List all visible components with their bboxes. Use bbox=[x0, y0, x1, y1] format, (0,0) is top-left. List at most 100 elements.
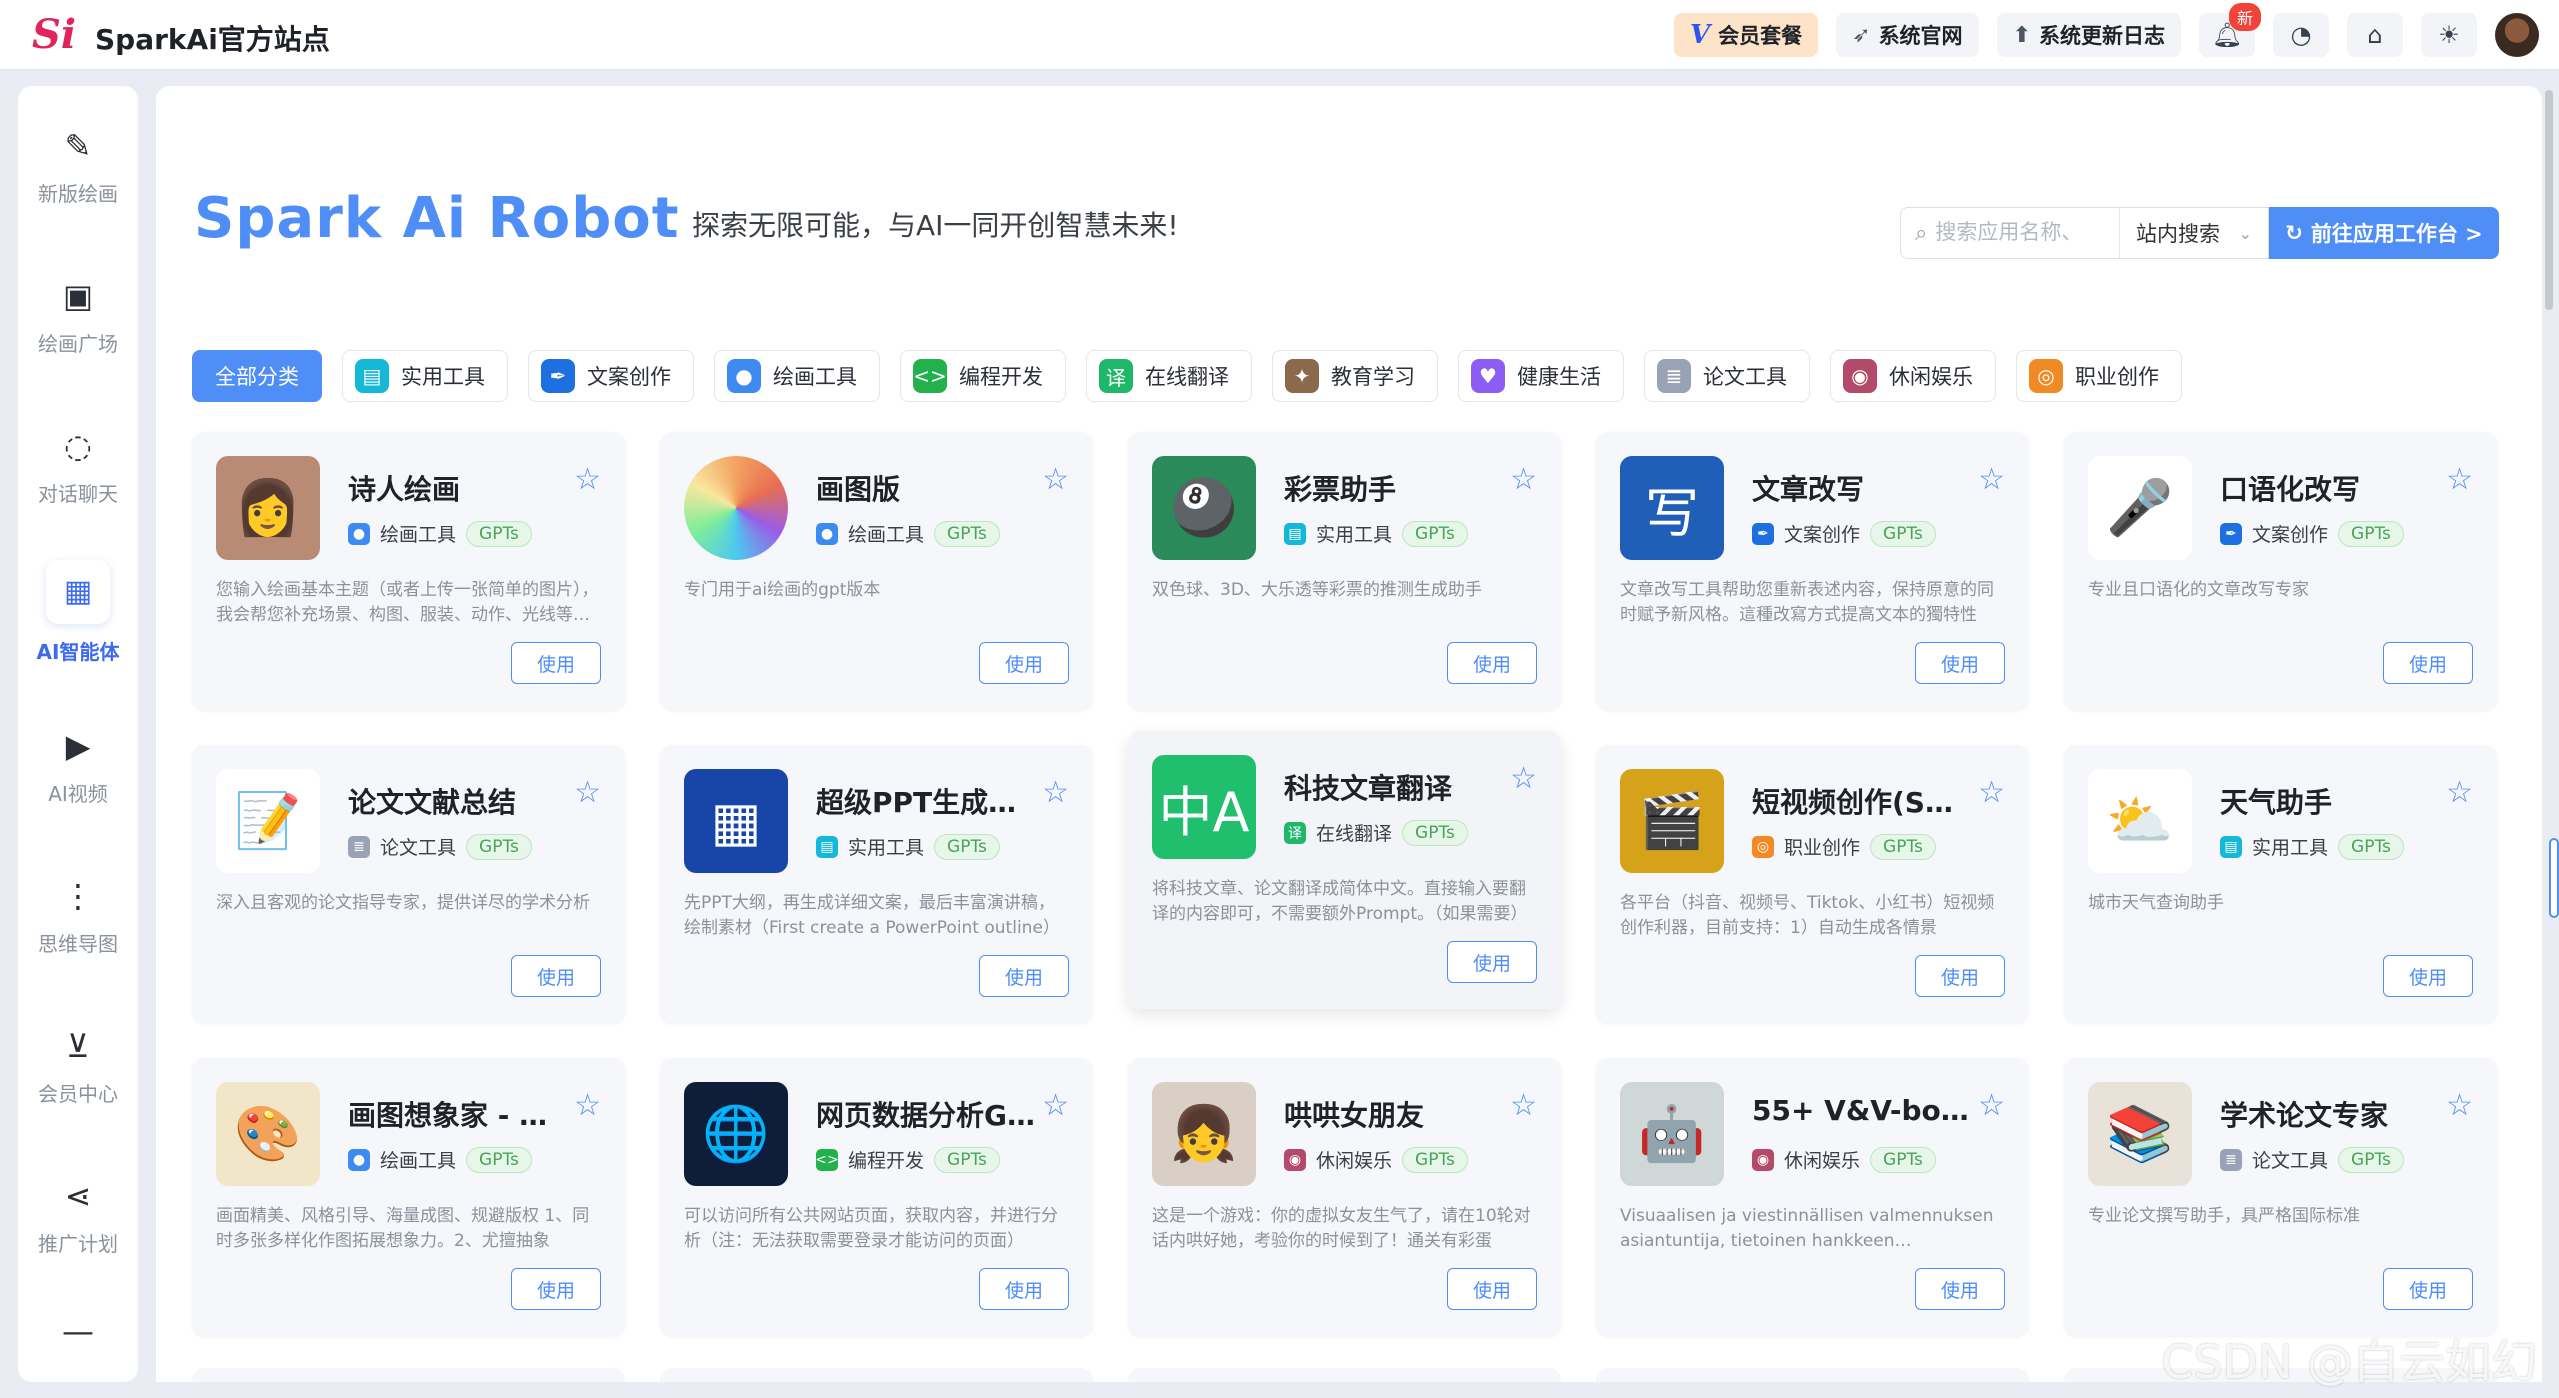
search-input[interactable] bbox=[1935, 221, 2096, 245]
category-tab[interactable]: ● 绘画工具 bbox=[714, 350, 880, 402]
changelog-button[interactable]: ⬆ 系统更新日志 bbox=[1996, 13, 2181, 57]
agent-card[interactable]: 🎤 口语化改写 ☆ ✒ 文案创作 GPTs 专业且口语化的文章改写专家 使用 bbox=[2064, 432, 2497, 710]
favorite-star-icon[interactable]: ☆ bbox=[1042, 775, 1069, 810]
sidebar-item-label: 会员中心 bbox=[38, 1081, 118, 1106]
sidebar-item-new-drawing[interactable]: ✎ 新版绘画 bbox=[18, 106, 138, 226]
gpts-badge: GPTs bbox=[2338, 520, 2404, 547]
use-button[interactable]: 使用 bbox=[511, 642, 601, 684]
sidebar-item-member-center[interactable]: ⊻ 会员中心 bbox=[18, 1006, 138, 1126]
theme-toggle-button[interactable]: ☀ bbox=[2421, 13, 2477, 57]
go-workspace-button[interactable]: ↻ 前往应用工作台 > bbox=[2269, 207, 2499, 259]
favorite-star-icon[interactable]: ☆ bbox=[2446, 1088, 2473, 1123]
category-tab[interactable]: ✦ 教育学习 bbox=[1272, 350, 1438, 402]
category-tab-label: 绘画工具 bbox=[773, 365, 857, 389]
agent-title: 网页数据分析GPT bbox=[816, 1099, 1036, 1132]
vip-package-button[interactable]: V 会员套餐 bbox=[1673, 13, 1819, 57]
favorite-star-icon[interactable]: ☆ bbox=[2446, 462, 2473, 497]
agent-card[interactable]: 📝 论文文献总结 ☆ ≣ 论文工具 GPTs 深入且客观的论文指导专家，提供详尽的学术分析使… bbox=[192, 745, 625, 1023]
favorite-star-icon[interactable]: ☆ bbox=[574, 1088, 601, 1123]
gift-button[interactable]: ⌂ bbox=[2347, 13, 2403, 57]
favorite-star-icon[interactable]: ☆ bbox=[1510, 761, 1537, 796]
favorite-star-icon[interactable]: ☆ bbox=[1978, 775, 2005, 810]
sidebar-item-ai-agents[interactable]: ▦ AI智能体 bbox=[18, 552, 138, 672]
category-tab[interactable]: ◉ 休闲娱乐 bbox=[1830, 350, 1996, 402]
agent-card[interactable]: ⛅ 天气助手 ☆ ▤ 实用工具 GPTs 城市天气查询助手 使用 bbox=[2064, 745, 2497, 1023]
category-tab[interactable]: ✒ 文案创作 bbox=[528, 350, 694, 402]
grid-icon: ▦ bbox=[46, 559, 110, 624]
agent-card[interactable]: 🎨 画图想象家 - 绘画灵感☆ ● 绘画工具 GPTs 画面精美、风格引导、海量成图、规避… bbox=[192, 1058, 625, 1336]
category-tab[interactable]: <> 编程开发 bbox=[900, 350, 1066, 402]
favorite-star-icon[interactable]: ☆ bbox=[2446, 775, 2473, 810]
category-tab[interactable]: ♥ 健康生活 bbox=[1458, 350, 1624, 402]
sidebar-item-chat[interactable]: ◌ 对话聊天 bbox=[18, 406, 138, 526]
favorite-star-icon[interactable]: ☆ bbox=[574, 775, 601, 810]
agent-card[interactable]: ▦ 超级PPT生成（First create a PowerPoint outli… bbox=[660, 745, 1093, 1023]
favorite-star-icon[interactable]: ☆ bbox=[1978, 1088, 2005, 1123]
use-button[interactable]: 使用 bbox=[979, 955, 1069, 997]
use-button[interactable]: 使用 bbox=[2383, 1268, 2473, 1310]
agent-card[interactable]: 👧 哄哄女朋友 ☆ ◉ 休闲娱乐 GPTs 这是一个游戏：你的虚拟女友生气了，请在10轮对话… bbox=[1128, 1058, 1561, 1336]
user-avatar[interactable] bbox=[2495, 13, 2539, 57]
agent-card[interactable]: 画图版 ☆ ● 绘画工具 GPTs 专门用于ai绘画的gpt版本 使用 bbox=[660, 432, 1093, 710]
category-tab[interactable]: ▤ 实用工具 bbox=[342, 350, 508, 402]
sidebar-item-promotion[interactable]: ⋖ 推广计划 bbox=[18, 1156, 138, 1276]
notification-button[interactable]: 🔔︎ 新 bbox=[2199, 3, 2261, 57]
top-bar: Si SparkAi官方站点 V 会员套餐 ➶ 系统官网 ⬆ 系统更新日志 🔔︎… bbox=[0, 0, 2559, 70]
use-button[interactable]: 使用 bbox=[1915, 1268, 2005, 1310]
favorite-star-icon[interactable]: ☆ bbox=[1042, 1088, 1069, 1123]
category-tab[interactable]: 全部分类 bbox=[192, 350, 322, 402]
sidebar-item-gallery[interactable]: ▣ 绘画广场 bbox=[18, 256, 138, 376]
search-scope-select[interactable]: 站内搜索 ⌄ bbox=[2119, 207, 2269, 259]
scrollbar-thumb[interactable] bbox=[2545, 90, 2553, 310]
search-box[interactable]: ⌕ bbox=[1900, 207, 2120, 259]
agent-card[interactable]: 🌐 网页数据分析GPT ☆ <> 编程开发 GPTs 可以访问所有公共网站页面，获取内容，并… bbox=[660, 1058, 1093, 1336]
page-scrollbar[interactable] bbox=[2545, 86, 2555, 1382]
agent-card[interactable]: 🤖 55+ V&V-botti ☆ ◉ 休闲娱乐 GPTs Visuaalisen ja v… bbox=[1596, 1058, 2029, 1336]
wechat-button[interactable]: ◔ bbox=[2273, 13, 2329, 57]
use-button[interactable]: 使用 bbox=[511, 955, 601, 997]
use-button[interactable]: 使用 bbox=[1915, 642, 2005, 684]
use-button[interactable]: 使用 bbox=[2383, 642, 2473, 684]
sidebar-item-ai-video[interactable]: ▶ AI视频 bbox=[18, 706, 138, 826]
use-button[interactable]: 使用 bbox=[1447, 642, 1537, 684]
agent-meta: 译在线翻译 GPTs bbox=[1284, 819, 1468, 846]
category-tab[interactable]: ◎ 职业创作 bbox=[2016, 350, 2182, 402]
category-tab[interactable]: ≣ 论文工具 bbox=[1644, 350, 1810, 402]
favorite-star-icon[interactable]: ☆ bbox=[1510, 462, 1537, 497]
use-button[interactable]: 使用 bbox=[1447, 941, 1537, 983]
image-icon: ▣ bbox=[62, 276, 94, 315]
agent-card[interactable]: 写文章改写 ☆ ✒ 文案创作 GPTs 文章改写工具帮助您重新表述内容，保持原意的同时赋予… bbox=[1596, 432, 2029, 710]
use-button[interactable]: 使用 bbox=[979, 1268, 1069, 1310]
agent-card[interactable]: 📚 学术论文专家 ☆ ≣ 论文工具 GPTs 专业论文撰写助手，具严格国际标准 使用 bbox=[2064, 1058, 2497, 1336]
agent-description: 画面精美、风格引导、海量成图、规避版权 1、同时多张多样化作图拓展想象力。2、尤… bbox=[216, 1206, 590, 1251]
agent-description: 双色球、3D、大乐透等彩票的推测生成助手 bbox=[1152, 580, 1482, 600]
agent-card[interactable]: 🎬 短视频创作(Short Video)☆ ◎ 职业创作 GPTs 各平台（抖音、视频号、… bbox=[1596, 745, 2029, 1023]
use-button[interactable]: 使用 bbox=[979, 642, 1069, 684]
favorite-star-icon[interactable]: ☆ bbox=[1042, 462, 1069, 497]
use-button[interactable]: 使用 bbox=[511, 1268, 601, 1310]
official-site-button[interactable]: ➶ 系统官网 bbox=[1836, 13, 1979, 57]
agent-thumbnail: ⛅ bbox=[2088, 769, 2192, 873]
favorite-star-icon[interactable]: ☆ bbox=[1978, 462, 2005, 497]
site-title[interactable]: SparkAi官方站点 bbox=[95, 18, 330, 58]
agent-card[interactable]: 中A 科技文章翻译 ☆ 译在线翻译 GPTs 将科技文章、论文翻译成简体中文。直接输入要翻… bbox=[1128, 731, 1561, 1009]
use-button[interactable]: 使用 bbox=[1447, 1268, 1537, 1310]
agent-category: 实用工具 bbox=[848, 837, 925, 859]
agent-card[interactable]: 👩 诗人绘画 ☆ ● 绘画工具 GPTs 您输入绘画基本主题（或者上传一张简单的图片），我会… bbox=[192, 432, 625, 710]
sidebar-item-mindmap[interactable]: ⋮ 思维导图 bbox=[18, 856, 138, 976]
favorite-star-icon[interactable]: ☆ bbox=[1510, 1088, 1537, 1123]
gpts-badge: GPTs bbox=[1870, 520, 1936, 547]
agent-title: 短视频创作(Short Video) bbox=[1752, 786, 1972, 819]
favorite-star-icon[interactable]: ☆ bbox=[574, 462, 601, 497]
card-partial bbox=[192, 1368, 625, 1382]
category-tab[interactable]: 译在线翻译 bbox=[1086, 350, 1252, 402]
sidebar-menu-toggle[interactable]: — bbox=[18, 1286, 138, 1376]
use-button[interactable]: 使用 bbox=[2383, 955, 2473, 997]
use-button[interactable]: 使用 bbox=[1915, 955, 2005, 997]
gpts-badge: GPTs bbox=[934, 1146, 1000, 1173]
site-logo[interactable]: Si bbox=[28, 10, 80, 58]
code-icon: <> bbox=[913, 359, 947, 393]
side-drawer-handle[interactable] bbox=[2549, 838, 2559, 918]
category-tab-label: 健康生活 bbox=[1517, 365, 1601, 389]
agent-card[interactable]: 🎱 彩票助手 ☆ ▤ 实用工具 GPTs 双色球、3D、大乐透等彩票的推测生成助手 使用 bbox=[1128, 432, 1561, 710]
